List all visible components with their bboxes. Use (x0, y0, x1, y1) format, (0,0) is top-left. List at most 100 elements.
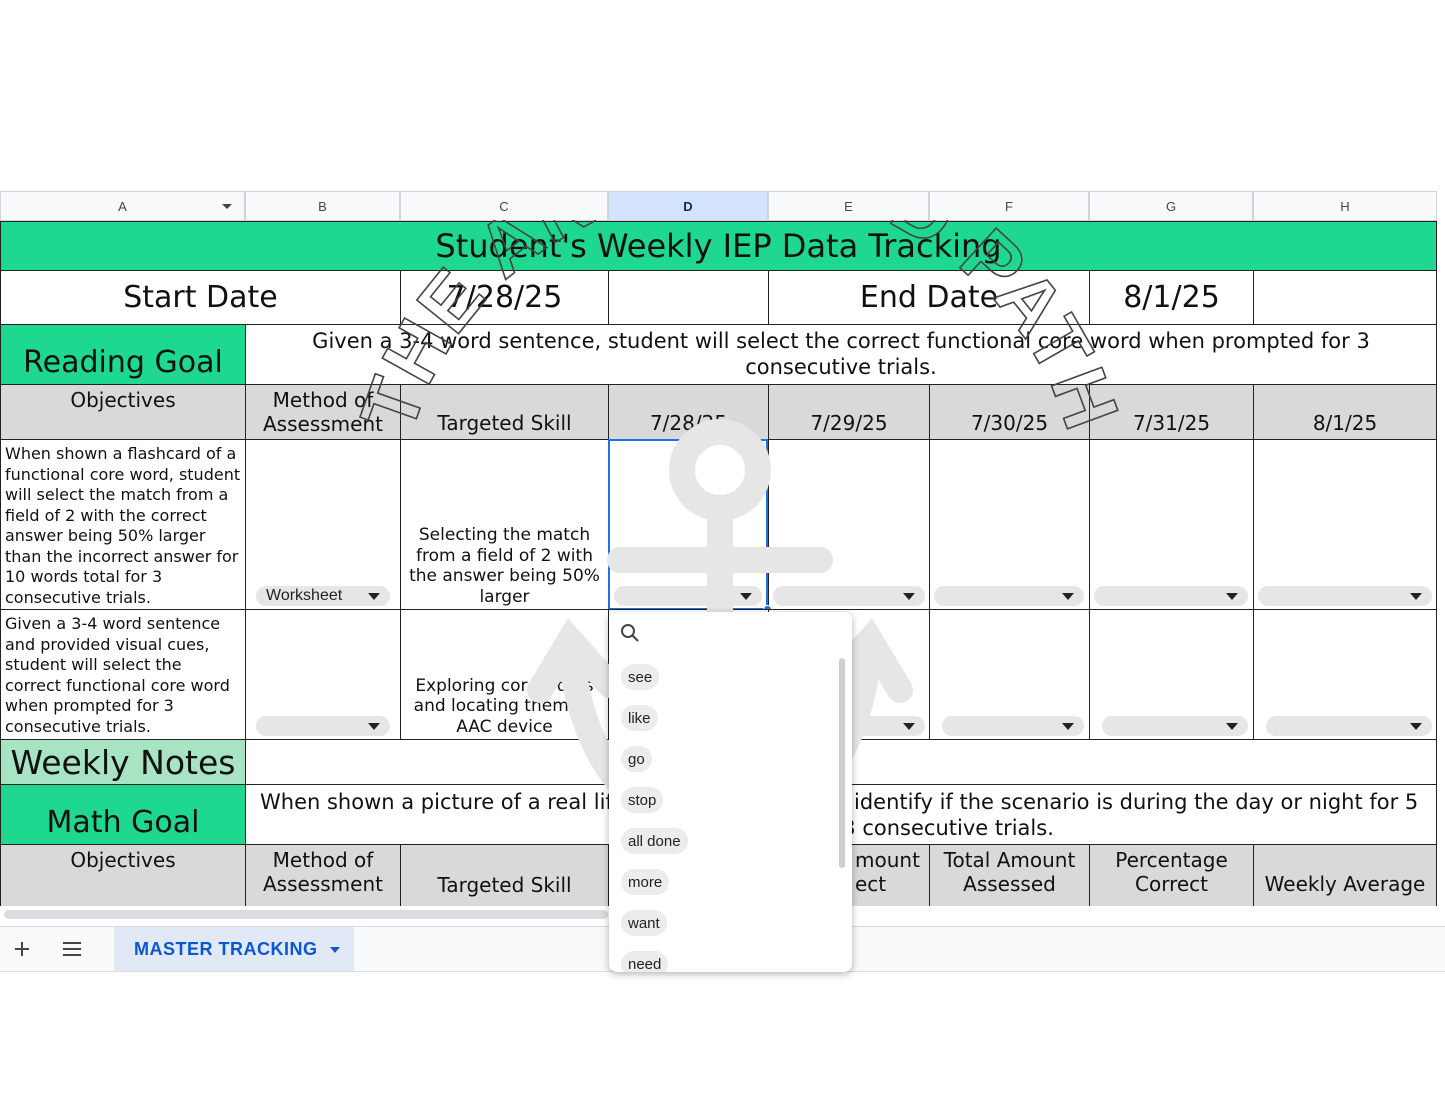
objective-cell[interactable]: Given a 3-4 word sentence and provided v… (0, 609, 246, 740)
start-date-value[interactable]: 7/28/25 (400, 270, 609, 325)
reading-goal-text[interactable]: Given a 3-4 word sentence, student will … (245, 324, 1437, 385)
header-text: 7/31/25 (1132, 411, 1211, 435)
start-date-label[interactable]: Start Date (0, 270, 401, 325)
option-text: want (628, 914, 660, 932)
value-dropdown-chip[interactable] (773, 586, 925, 606)
math-goal-label[interactable]: Math Goal (0, 784, 246, 845)
value-dropdown-chip[interactable] (1258, 586, 1432, 606)
empty-cell[interactable] (608, 270, 769, 325)
header-text: Weekly Average (1264, 872, 1426, 896)
dropdown-option[interactable]: like (621, 705, 658, 731)
dropdown-option[interactable]: stop (621, 787, 664, 813)
header-text: ect (855, 872, 887, 896)
caret-down-icon[interactable] (330, 947, 340, 953)
list-icon[interactable] (58, 935, 86, 963)
column-letter: G (1165, 198, 1177, 214)
column-letter: A (118, 198, 127, 214)
data-cell[interactable] (1253, 609, 1437, 740)
column-header-c[interactable]: C (400, 191, 608, 221)
dropdown-option[interactable]: see (621, 664, 660, 690)
header-date-3[interactable]: 7/30/25 (929, 384, 1090, 440)
math-header-percentage[interactable]: Percentage Correct (1089, 844, 1254, 908)
dropdown-option[interactable]: more (621, 869, 670, 895)
sheet-title[interactable]: Student's Weekly IEP Data Tracking (0, 221, 1437, 271)
method-dropdown-chip[interactable]: Worksheet (256, 586, 390, 606)
data-cell[interactable] (768, 439, 930, 610)
dropdown-arrow-icon (1062, 723, 1074, 730)
column-header-e[interactable]: E (768, 191, 929, 221)
data-cell[interactable] (1089, 439, 1254, 610)
math-header-skill[interactable]: Targeted Skill (400, 844, 609, 908)
column-header-h[interactable]: H (1253, 191, 1437, 221)
weekly-notes-label[interactable]: Weekly Notes (0, 739, 246, 785)
search-icon[interactable] (619, 622, 641, 644)
caret-down-icon[interactable] (222, 204, 232, 209)
objective-cell[interactable]: When shown a flashcard of a functional c… (0, 439, 246, 610)
header-text: Total Amount Assessed (943, 848, 1076, 896)
header-date-2[interactable]: 7/29/25 (768, 384, 930, 440)
method-cell[interactable] (245, 609, 401, 740)
skill-text: Selecting the match from a field of 2 wi… (409, 525, 600, 607)
dropdown-option[interactable]: want (621, 910, 667, 936)
selected-cell[interactable] (608, 439, 772, 614)
dropdown-scrollbar[interactable] (839, 658, 845, 868)
value-dropdown-chip[interactable] (942, 716, 1084, 736)
skill-cell[interactable]: Selecting the match from a field of 2 wi… (400, 439, 609, 610)
column-header-b[interactable]: B (245, 191, 400, 221)
data-cell[interactable] (929, 609, 1090, 740)
plus-icon[interactable] (8, 935, 36, 963)
end-date-value[interactable]: 8/1/25 (1089, 270, 1254, 325)
start-date-label-text: Start Date (123, 280, 278, 315)
column-letter: C (499, 198, 509, 214)
header-targeted-skill[interactable]: Targeted Skill (400, 384, 609, 440)
header-objectives[interactable]: Objectives (0, 384, 246, 440)
math-header-weekly[interactable]: Weekly Average (1253, 844, 1437, 908)
method-cell[interactable]: Worksheet (245, 439, 401, 610)
column-letter: H (1340, 198, 1350, 214)
value-dropdown-chip[interactable] (1266, 716, 1432, 736)
header-method[interactable]: Method of Assessment (245, 384, 401, 440)
header-date-1[interactable]: 7/28/25 (608, 384, 769, 440)
math-header-objectives[interactable]: Objectives (0, 844, 246, 908)
column-header-f[interactable]: F (929, 191, 1089, 221)
dropdown-arrow-icon (368, 723, 380, 730)
column-letter: D (683, 198, 693, 214)
math-header-method[interactable]: Method of Assessment (245, 844, 401, 908)
dropdown-option[interactable]: need (621, 951, 669, 972)
data-cell[interactable] (929, 439, 1090, 610)
column-letter: B (318, 198, 327, 214)
end-date-label[interactable]: End Date (768, 270, 1090, 325)
option-text: more (628, 873, 663, 891)
column-letter: E (844, 198, 853, 214)
value-dropdown-chip[interactable] (934, 586, 1084, 606)
header-text: 7/30/25 (970, 411, 1049, 435)
header-text: Objectives (70, 848, 176, 872)
data-cell[interactable] (1253, 439, 1437, 610)
value-dropdown-chip[interactable] (1094, 586, 1248, 606)
sheet-title-text: Student's Weekly IEP Data Tracking (435, 227, 1002, 265)
column-header-g[interactable]: G (1089, 191, 1253, 221)
header-text: mount (855, 848, 920, 872)
scrollbar-thumb[interactable] (4, 910, 608, 919)
value-dropdown-menu: see like go stop all done more want need (609, 612, 852, 972)
method-dropdown-chip[interactable] (256, 716, 390, 736)
column-header-a[interactable]: A (0, 191, 245, 221)
column-header-d[interactable]: D (608, 191, 768, 221)
header-date-5[interactable]: 8/1/25 (1253, 384, 1437, 440)
dropdown-arrow-icon (1410, 593, 1422, 600)
dropdown-option[interactable]: all done (621, 828, 688, 854)
dropdown-option[interactable]: go (621, 746, 652, 772)
tab-master-tracking[interactable]: MASTER TRACKING (114, 927, 354, 971)
objective-text: When shown a flashcard of a functional c… (5, 444, 241, 607)
math-header-total[interactable]: Total Amount Assessed (929, 844, 1090, 908)
skill-cell[interactable]: Exploring core words and locating them o… (400, 609, 609, 740)
header-text: Percentage Correct (1115, 848, 1228, 896)
value-dropdown-chip[interactable] (614, 586, 762, 606)
header-text: 7/29/25 (810, 411, 888, 435)
end-date-label-text: End Date (859, 280, 999, 315)
data-cell[interactable] (1089, 609, 1254, 740)
reading-goal-label[interactable]: Reading Goal (0, 324, 246, 385)
empty-cell[interactable] (1253, 270, 1437, 325)
header-date-4[interactable]: 7/31/25 (1089, 384, 1254, 440)
value-dropdown-chip[interactable] (1102, 716, 1248, 736)
